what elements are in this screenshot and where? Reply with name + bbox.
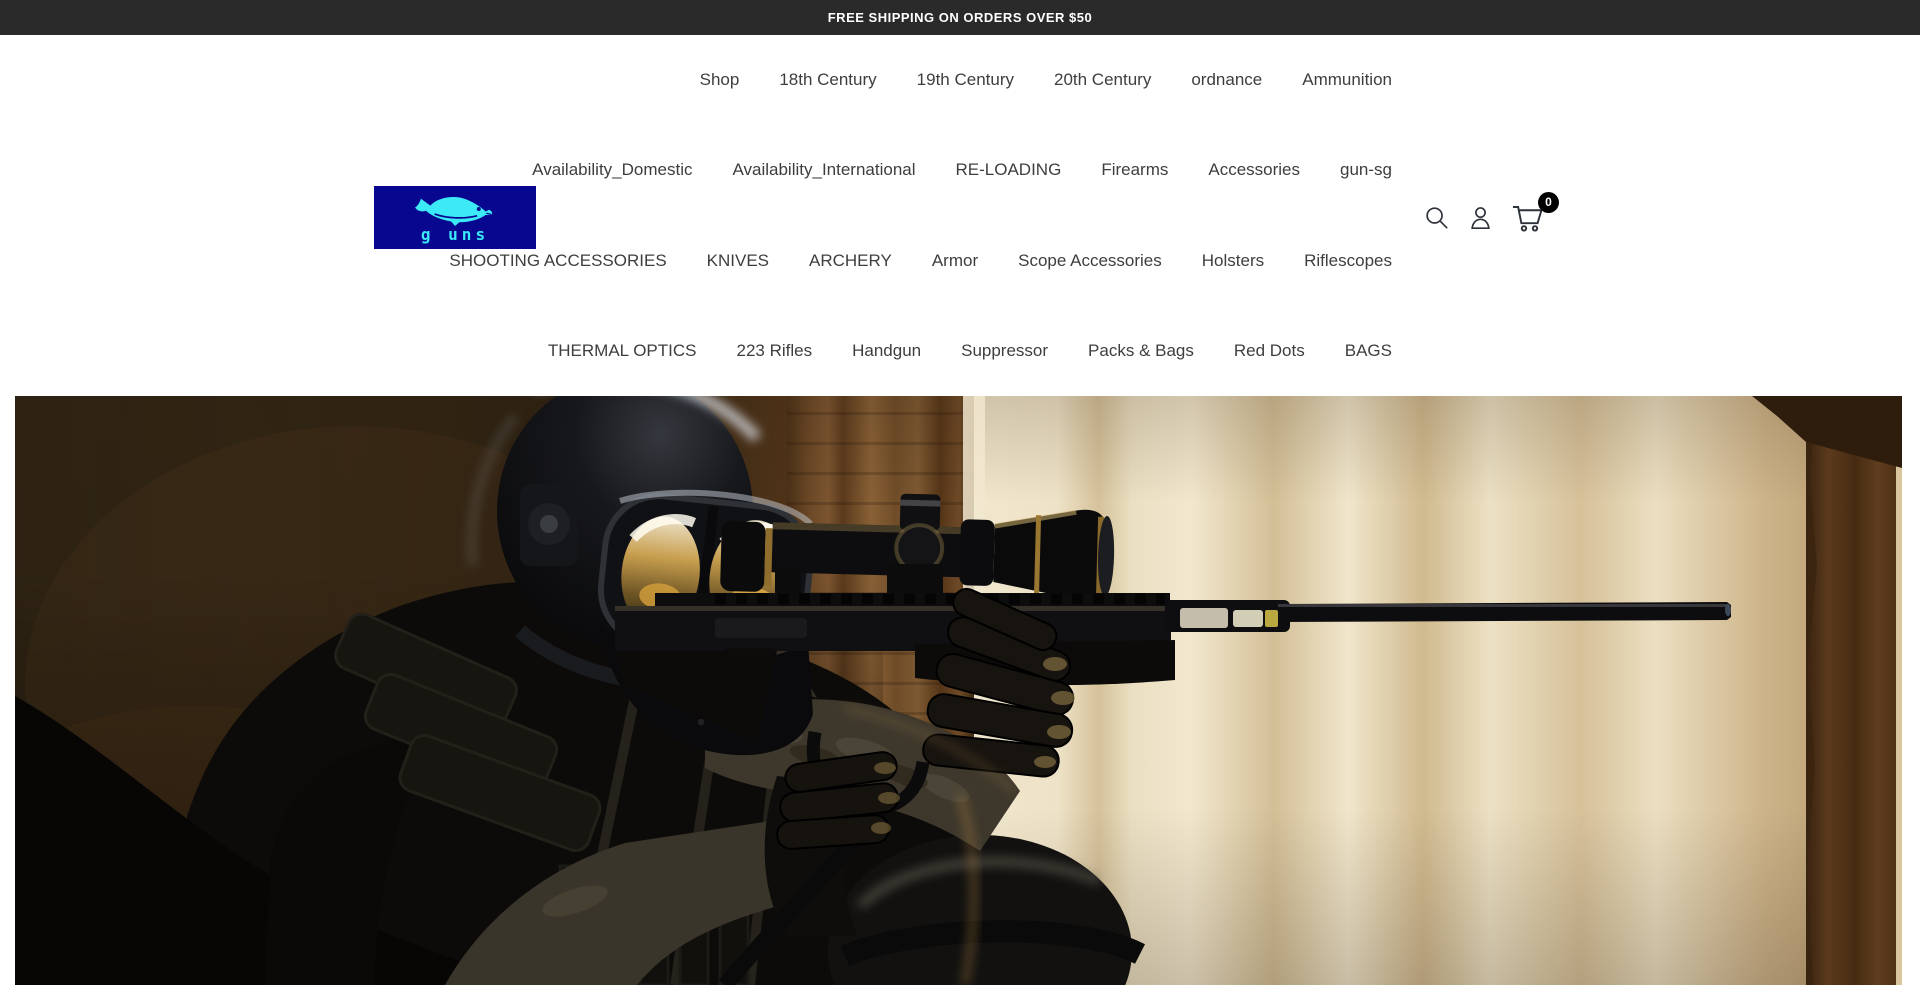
nav-item-19th-century[interactable]: 19th Century <box>917 70 1014 90</box>
main-nav: Shop 18th Century 19th Century 20th Century… <box>449 35 1392 396</box>
nav-item-packs-bags[interactable]: Packs & Bags <box>1088 341 1194 361</box>
nav-item-archery[interactable]: ARCHERY <box>809 251 892 271</box>
nav-item-armor[interactable]: Armor <box>932 251 978 271</box>
nav-row-1: Shop 18th Century 19th Century 20th Century… <box>700 70 1392 90</box>
nav-item-scope-accessories[interactable]: Scope Accessories <box>1018 251 1162 271</box>
hero-image <box>15 396 1902 985</box>
search-button[interactable] <box>1423 204 1450 231</box>
hero-illustration-sniper <box>15 396 1902 985</box>
nav-item-availability-international[interactable]: Availability_International <box>732 160 915 180</box>
nav-item-riflescopes[interactable]: Riflescopes <box>1304 251 1392 271</box>
nav-item-ammunition[interactable]: Ammunition <box>1302 70 1392 90</box>
nav-item-suppressor[interactable]: Suppressor <box>961 341 1048 361</box>
nav-item-shop[interactable]: Shop <box>700 70 740 90</box>
nav-item-18th-century[interactable]: 18th Century <box>779 70 876 90</box>
cart-count-badge: 0 <box>1538 192 1559 213</box>
nav-item-handgun[interactable]: Handgun <box>852 341 921 361</box>
nav-item-availability-domestic[interactable]: Availability_Domestic <box>532 160 692 180</box>
cart-button[interactable]: 0 <box>1511 203 1546 233</box>
nav-item-knives[interactable]: KNIVES <box>707 251 769 271</box>
header-container: g uns Shop18th Century19th Century20th C… <box>374 35 1546 396</box>
nav-item-20th-century[interactable]: 20th Century <box>1054 70 1151 90</box>
nav-item-ordnance[interactable]: ordnance <box>1191 70 1262 90</box>
nav-row-4: THERMAL OPTICS 223 Rifles Handgun Suppresso… <box>548 341 1392 361</box>
nav-item-bags[interactable]: BAGS <box>1345 341 1392 361</box>
nav-item-holsters[interactable]: Holsters <box>1202 251 1264 271</box>
nav-item-223-rifles[interactable]: 223 Rifles <box>736 341 812 361</box>
nav-item-accessories[interactable]: Accessories <box>1208 160 1300 180</box>
nav-item-thermal-optics[interactable]: THERMAL OPTICS <box>548 341 697 361</box>
nav-row-2: Availability_Domestic Availability_Intern… <box>532 160 1392 180</box>
account-button[interactable] <box>1467 204 1494 231</box>
announcement-text: FREE SHIPPING ON ORDERS OVER $50 <box>828 10 1093 25</box>
site-header: g uns Shop18th Century19th Century20th C… <box>0 35 1920 396</box>
nav-item-red-dots[interactable]: Red Dots <box>1234 341 1305 361</box>
nav-item-shooting-accessories[interactable]: SHOOTING ACCESSORIES <box>449 251 666 271</box>
nav-row-3: SHOOTING ACCESSORIES KNIVES ARCHERY Armor Sc… <box>449 251 1392 271</box>
nav-item-firearms[interactable]: Firearms <box>1101 160 1168 180</box>
nav-item-re-loading[interactable]: RE-LOADING <box>956 160 1062 180</box>
hero-right-post <box>1752 396 1902 985</box>
user-icon <box>1467 204 1494 231</box>
search-icon <box>1423 204 1450 231</box>
header-icons: 0 <box>1423 186 1546 249</box>
announcement-bar: FREE SHIPPING ON ORDERS OVER $50 <box>0 0 1920 35</box>
nav-item-gun-sg[interactable]: gun-sg <box>1340 160 1392 180</box>
